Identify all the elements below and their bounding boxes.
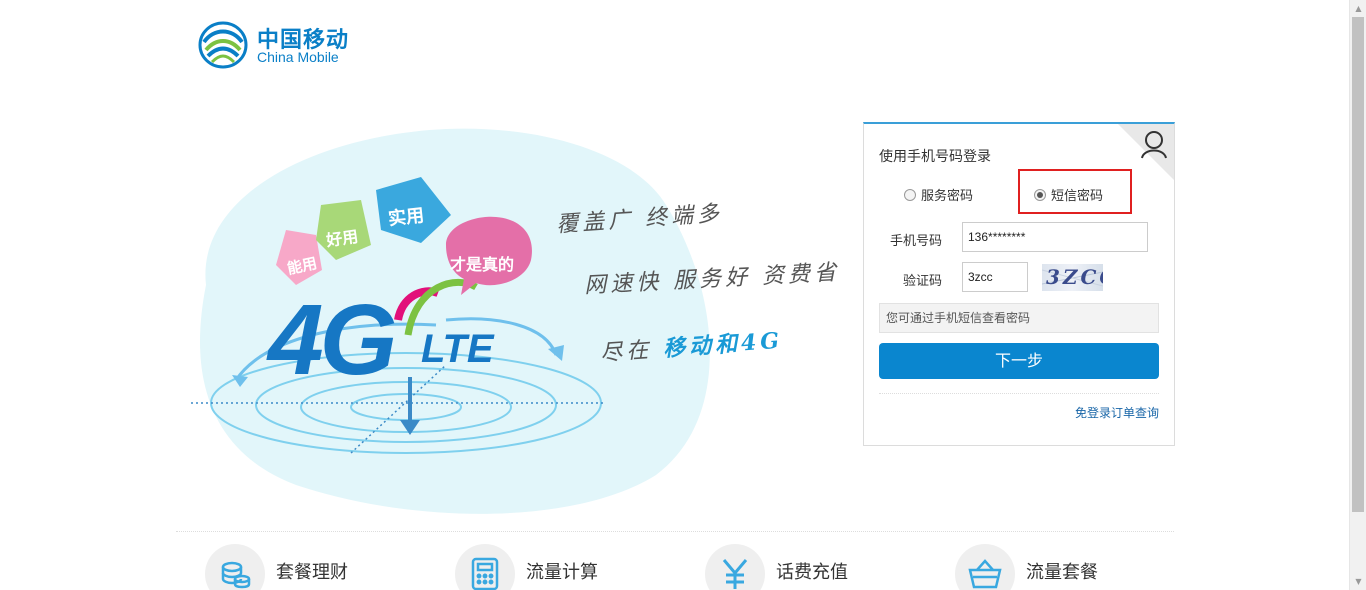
logo-text-en: China Mobile bbox=[257, 49, 339, 65]
scroll-thumb[interactable] bbox=[1352, 17, 1364, 512]
feature-phone-recharge[interactable]: 话费充值 bbox=[705, 544, 848, 590]
slogan-line-3-prefix: 尽在 bbox=[599, 337, 654, 367]
feature-phone-recharge-label: 话费充值 bbox=[776, 562, 848, 583]
scroll-down-arrow-icon[interactable]: ▼ bbox=[1350, 573, 1366, 590]
sms-hint: 您可通过手机短信查看密码 bbox=[879, 303, 1159, 333]
bubble-hao-yong: 好用 bbox=[325, 226, 360, 251]
free-order-query-link[interactable]: 免登录订单查询 bbox=[1075, 404, 1159, 421]
radio-service-password-label: 服务密码 bbox=[921, 189, 974, 204]
phone-label: 手机号码 bbox=[889, 234, 942, 249]
feature-package-finance-label: 套餐理财 bbox=[276, 562, 348, 583]
radio-sms-password[interactable]: 短信密码 bbox=[1034, 185, 1103, 204]
radio-service-password[interactable]: 服务密码 bbox=[904, 185, 973, 204]
bubble-cai-shi-zhen-de: 才是真的 bbox=[450, 255, 515, 274]
captcha-image[interactable]: 3ZCG bbox=[1042, 264, 1103, 291]
next-step-button[interactable]: 下一步 bbox=[879, 343, 1159, 379]
captcha-input[interactable]: 3zcc bbox=[962, 262, 1028, 292]
captcha-image-text: 3ZCG bbox=[1046, 265, 1103, 289]
calculator-icon bbox=[455, 544, 515, 590]
login-divider bbox=[879, 393, 1159, 394]
bubble-shi-yong: 实用 bbox=[387, 205, 426, 230]
login-panel: 使用手机号码登录 服务密码 短信密码 手机号码 136******** 验证码 … bbox=[863, 122, 1175, 446]
captcha-label: 验证码 bbox=[902, 274, 942, 289]
feature-traffic-calc[interactable]: 流量计算 bbox=[455, 544, 598, 590]
feature-package-finance[interactable]: 套餐理财 bbox=[205, 544, 348, 590]
phone-input[interactable]: 136******** bbox=[962, 222, 1148, 252]
coins-icon bbox=[205, 544, 265, 590]
china-mobile-logo[interactable]: 中国移动 China Mobile bbox=[198, 20, 368, 70]
feature-traffic-calc-label: 流量计算 bbox=[526, 562, 598, 583]
bottom-divider bbox=[176, 531, 1174, 532]
feature-traffic-package[interactable]: 流量套餐 bbox=[955, 544, 1098, 590]
brand-lte-text: LTE bbox=[421, 327, 494, 371]
login-title: 使用手机号码登录 bbox=[879, 149, 991, 165]
yen-icon bbox=[705, 544, 765, 590]
brand-4g-text: 4G bbox=[268, 284, 397, 396]
scroll-up-arrow-icon[interactable]: ▲ bbox=[1350, 0, 1366, 17]
radio-sms-password-label: 短信密码 bbox=[1051, 189, 1104, 204]
4g-banner: 能用 好用 实用 才是真的 4G LTE 覆盖广 终端多 网速快 服务好 资费省… bbox=[176, 115, 856, 525]
china-mobile-logo-icon bbox=[198, 21, 248, 69]
radio-service-password-circle[interactable] bbox=[904, 188, 916, 201]
page-scrollbar[interactable]: ▲ ▼ bbox=[1349, 0, 1366, 590]
basket-icon bbox=[955, 544, 1015, 590]
feature-traffic-package-label: 流量套餐 bbox=[1026, 562, 1098, 583]
radio-sms-password-circle[interactable] bbox=[1034, 188, 1046, 201]
